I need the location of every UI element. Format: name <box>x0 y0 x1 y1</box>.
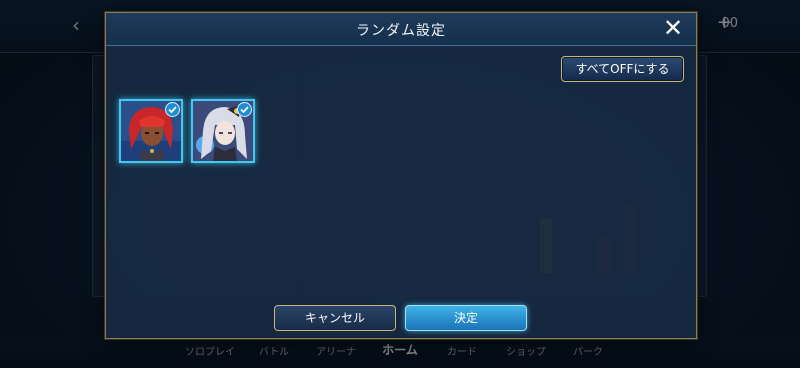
selected-check-icon <box>237 102 252 117</box>
close-icon[interactable]: ✕ <box>662 16 684 40</box>
dialog-title: ランダム設定 <box>356 23 446 39</box>
confirm-button[interactable]: 決定 <box>405 305 527 331</box>
character-card-red-haired[interactable] <box>119 99 183 163</box>
selected-check-icon <box>165 102 180 117</box>
random-settings-dialog: ランダム設定 ✕ すべてOFFにする キャンセル 決定 <box>105 12 697 339</box>
all-off-button[interactable]: すべてOFFにする <box>561 56 684 82</box>
cancel-button[interactable]: キャンセル <box>274 305 396 331</box>
dialog-titlebar: ランダム設定 ✕ <box>106 13 696 46</box>
character-card-white-haired[interactable] <box>191 99 255 163</box>
